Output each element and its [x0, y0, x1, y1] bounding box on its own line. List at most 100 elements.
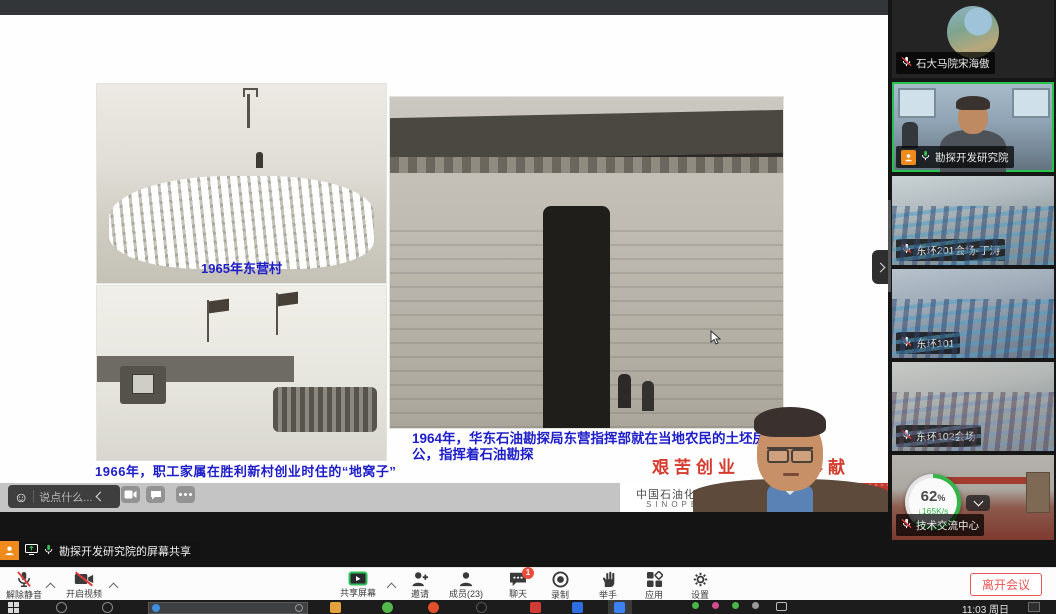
camera-off-icon: [74, 571, 94, 590]
flag-pole: [276, 293, 278, 335]
chevron-down-icon: [973, 497, 983, 507]
participant-name: 东环101: [916, 336, 955, 351]
percent-sign: %: [937, 493, 945, 503]
chat-button[interactable]: 1 聊天: [496, 570, 540, 600]
start-video-label: 开启视频: [66, 590, 102, 599]
share-screen-icon: [348, 571, 368, 589]
chat-bubble-button[interactable]: [146, 486, 165, 503]
mic-muted-icon: [901, 516, 912, 534]
sidebar-collapse-handle[interactable]: [872, 250, 888, 284]
file-explorer-icon[interactable]: [330, 602, 341, 613]
record-button[interactable]: 录制: [538, 570, 582, 600]
members-icon: [457, 571, 475, 590]
camera-button[interactable]: [121, 486, 140, 503]
mic-muted-icon: [901, 334, 912, 352]
apps-icon: [646, 571, 663, 591]
participant-name: 东环102会场: [916, 429, 976, 444]
sheep-flock-shape: [109, 176, 375, 270]
photo-1965-dongying-village: 1965年东营村: [97, 84, 386, 283]
participant-label: 勘探开发研究院: [896, 146, 1014, 168]
flag-shape: [209, 299, 229, 314]
participant-tile[interactable]: 勘探开发研究院: [892, 82, 1054, 172]
notification-icon[interactable]: [1028, 602, 1040, 612]
chat-label: 聊天: [509, 590, 527, 599]
person-figure: [618, 374, 631, 408]
tray-icon[interactable]: [732, 602, 739, 609]
security-app-icon[interactable]: [428, 602, 439, 613]
participant-label: 东环101: [896, 332, 960, 354]
participant-tile[interactable]: 东环101: [892, 269, 1054, 358]
windows-taskbar: 11:03 周日: [0, 600, 1056, 614]
unmute-button[interactable]: 解除静音: [2, 570, 46, 600]
settings-label: 设置: [691, 591, 709, 600]
bookshelf-shape: [1026, 472, 1050, 513]
oil-derrick-shape: [247, 94, 250, 128]
collapse-chat-icon[interactable]: [96, 492, 106, 502]
chat-unread-badge: 1: [522, 567, 534, 579]
more-button[interactable]: [176, 486, 195, 503]
taskbar-search-box[interactable]: [148, 602, 308, 614]
app-icon[interactable]: [530, 602, 541, 613]
mic-muted-icon: [901, 241, 912, 259]
speaker-hair-shape: [956, 96, 990, 110]
presenter-glasses: [767, 447, 813, 460]
participant-label: 东环201会场-丁涛: [896, 239, 1005, 261]
mic-live-icon: [43, 542, 54, 560]
start-button[interactable]: [8, 602, 19, 613]
mic-options-chevron[interactable]: [47, 578, 54, 596]
leave-meeting-button[interactable]: 离开会议: [970, 573, 1042, 596]
chevron-up-icon: [46, 583, 56, 593]
search-icon: [295, 604, 303, 612]
participant-label: 石大马院宋海傲: [896, 52, 995, 74]
participant-tile[interactable]: 东环102会场: [892, 362, 1054, 451]
app-icon[interactable]: [572, 602, 583, 613]
herder-shape: [256, 152, 263, 168]
quick-chat-bar: ☺ 说点什么...: [8, 485, 120, 508]
room-banner-shape: [941, 477, 1038, 484]
participant-tile[interactable]: 石大马院宋海傲: [892, 0, 1054, 78]
presentation-control-strip: ☺ 说点什么...: [0, 483, 620, 512]
mic-muted-icon: [901, 427, 912, 445]
settings-button[interactable]: 设置: [678, 570, 722, 600]
raise-hand-button[interactable]: 举手: [586, 570, 630, 600]
photo-1964-mud-house: [390, 97, 783, 428]
task-view-icon[interactable]: [102, 602, 113, 613]
raise-hand-label: 举手: [599, 591, 617, 600]
qq-icon[interactable]: [476, 602, 487, 613]
quick-chat-input[interactable]: 说点什么...: [39, 489, 92, 505]
tray-icon[interactable]: [752, 602, 759, 609]
apps-button[interactable]: 应用: [632, 570, 676, 600]
video-options-chevron[interactable]: [110, 578, 117, 596]
collapse-videos-button[interactable]: [966, 495, 990, 511]
mic-live-icon: [920, 148, 931, 166]
meeting-app-icon[interactable]: [614, 602, 625, 613]
participant-tile[interactable]: 62% ↓165K/s 技术交流中心: [892, 455, 1054, 540]
progress-percent: 62: [921, 488, 938, 505]
members-button[interactable]: 成员(23): [438, 570, 494, 600]
share-screen-label: 共享屏幕: [340, 589, 376, 598]
share-options-chevron[interactable]: [388, 578, 395, 596]
tray-window-icon[interactable]: [776, 602, 787, 611]
presenter-hair: [754, 407, 826, 437]
emoji-icon[interactable]: ☺: [14, 490, 28, 504]
mic-muted-icon: [901, 54, 912, 72]
participant-tile[interactable]: 东环201会场-丁涛: [892, 176, 1054, 265]
doorway-shape: [543, 206, 610, 428]
record-label: 录制: [551, 591, 569, 600]
sidebar-scrollbar[interactable]: [888, 200, 891, 292]
participant-name: 东环201会场-丁涛: [916, 243, 1000, 258]
screen-share-banner: 勘探开发研究院的屏幕共享: [0, 541, 200, 560]
start-video-button[interactable]: 开启视频: [60, 570, 108, 600]
browser-app-icon[interactable]: [382, 602, 393, 613]
host-badge-icon: [901, 150, 916, 165]
tray-icon[interactable]: [712, 602, 719, 609]
share-screen-button[interactable]: 共享屏幕: [332, 570, 384, 600]
eave-shape: [390, 157, 783, 174]
mouse-cursor: [710, 330, 722, 351]
participant-name: 石大马院宋海傲: [916, 56, 990, 71]
tray-icon[interactable]: [692, 602, 699, 609]
cortana-icon[interactable]: [56, 602, 67, 613]
invite-button[interactable]: 邀请: [398, 570, 442, 600]
taskbar-clock[interactable]: 11:03 周日: [962, 601, 1009, 614]
person-figure: [642, 381, 654, 411]
